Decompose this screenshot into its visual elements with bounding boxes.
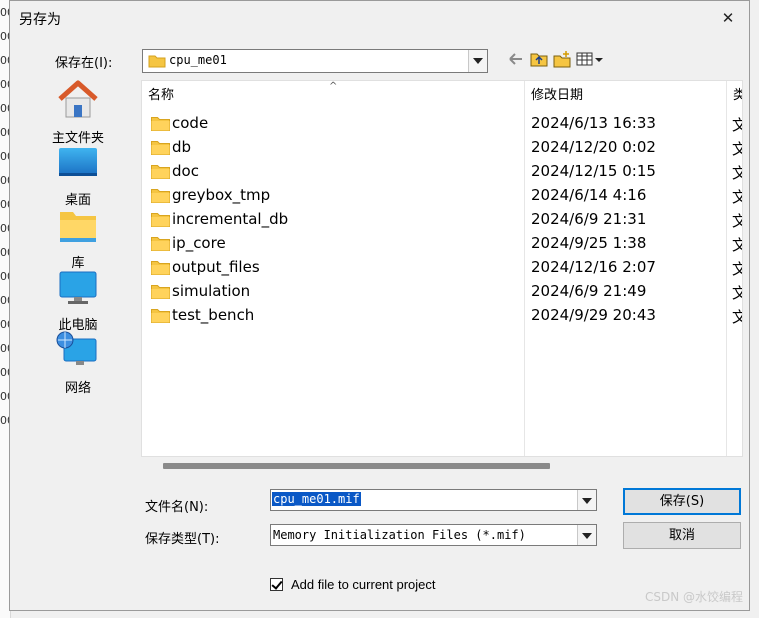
computer-icon xyxy=(59,271,97,304)
filename-input[interactable]: cpu_me01.mif xyxy=(270,489,597,511)
file-name: code xyxy=(172,114,209,132)
file-row-greybox_tmp[interactable]: greybox_tmp 2024/6/14 4:16 文 xyxy=(142,183,742,207)
column-header-type[interactable]: 类 xyxy=(727,81,742,109)
file-date: 2024/9/25 1:38 xyxy=(531,234,647,252)
add-to-project-label: Add file to current project xyxy=(291,577,436,592)
folder-icon xyxy=(151,141,170,155)
add-to-project-checkbox[interactable] xyxy=(270,578,283,591)
file-type: 文 xyxy=(732,114,742,135)
chevron-down-icon[interactable] xyxy=(577,490,596,510)
new-folder-icon[interactable] xyxy=(553,50,571,68)
file-row-db[interactable]: db 2024/12/20 0:02 文 xyxy=(142,135,742,159)
file-date: 2024/12/16 2:07 xyxy=(531,258,656,276)
back-arrow-icon[interactable] xyxy=(507,50,525,68)
file-name: test_bench xyxy=(172,306,255,324)
file-date: 2024/6/14 4:16 xyxy=(531,186,647,204)
place-desktop[interactable]: 桌面 xyxy=(43,145,113,208)
close-icon[interactable]: ✕ xyxy=(717,7,739,29)
file-name: simulation xyxy=(172,282,251,300)
cancel-button[interactable]: 取消 xyxy=(623,522,741,549)
save-as-dialog: 另存为 ✕ 保存在(I): cpu_me01 主文件夹 桌面 库 此电脑 网络 … xyxy=(9,0,750,611)
file-row-code[interactable]: code 2024/6/13 16:33 文 xyxy=(142,111,742,135)
home-icon xyxy=(58,80,98,118)
place-desktop-label: 桌面 xyxy=(64,193,91,208)
title-bar: 另存为 ✕ xyxy=(10,1,749,35)
file-type: 文 xyxy=(732,282,742,303)
folder-icon xyxy=(151,189,170,203)
file-name: greybox_tmp xyxy=(172,186,271,204)
file-date: 2024/9/29 20:43 xyxy=(531,306,656,324)
folder-icon xyxy=(151,309,170,323)
save-button[interactable]: 保存(S) xyxy=(623,488,741,515)
save-in-combo[interactable]: cpu_me01 xyxy=(142,49,488,73)
sort-ascending-icon: ^ xyxy=(329,81,338,92)
file-date: 2024/12/15 0:15 xyxy=(531,162,656,180)
filetype-label: 保存类型(T): xyxy=(145,532,220,547)
file-type: 文 xyxy=(732,138,742,159)
folder-icon xyxy=(151,117,170,131)
file-date: 2024/12/20 0:02 xyxy=(531,138,656,156)
network-icon xyxy=(56,331,97,365)
library-icon xyxy=(60,212,96,242)
file-name: db xyxy=(172,138,192,156)
folder-icon xyxy=(148,55,166,68)
file-row-simulation[interactable]: simulation 2024/6/9 21:49 文 xyxy=(142,279,742,303)
file-row-ip_core[interactable]: ip_core 2024/9/25 1:38 文 xyxy=(142,231,742,255)
filename-value: cpu_me01.mif xyxy=(272,492,361,506)
file-row-doc[interactable]: doc 2024/12/15 0:15 文 xyxy=(142,159,742,183)
file-list[interactable]: 名称 ^ 修改日期 类 code2024/6/13 16:33文db2024/1… xyxy=(141,80,743,457)
place-network[interactable]: 网络 xyxy=(43,331,113,396)
place-network-label: 网络 xyxy=(64,381,91,396)
file-row-output_files[interactable]: output_files 2024/12/16 2:07 文 xyxy=(142,255,742,279)
file-type: 文 xyxy=(732,210,742,231)
file-name: incremental_db xyxy=(172,210,289,228)
filename-label: 文件名(N): xyxy=(145,500,209,515)
save-in-value: cpu_me01 xyxy=(169,53,227,67)
chevron-down-icon[interactable] xyxy=(468,50,487,72)
place-computer[interactable]: 此电脑 xyxy=(43,270,113,333)
desktop-icon xyxy=(59,148,97,176)
file-date: 2024/6/13 16:33 xyxy=(531,114,656,132)
folder-icon xyxy=(151,261,170,275)
place-home[interactable]: 主文件夹 xyxy=(43,79,113,146)
up-folder-icon[interactable] xyxy=(530,50,548,68)
file-type: 文 xyxy=(732,162,742,183)
file-type: 文 xyxy=(732,258,742,279)
folder-icon xyxy=(151,213,170,227)
file-type: 文 xyxy=(732,186,742,207)
place-home-label: 主文件夹 xyxy=(51,131,104,146)
view-menu-icon[interactable] xyxy=(576,50,604,68)
folder-icon xyxy=(151,165,170,179)
watermark: CSDN @水饺编程 xyxy=(644,590,743,604)
filetype-select[interactable]: Memory Initialization Files (*.mif) xyxy=(270,524,597,546)
file-row-test_bench[interactable]: test_bench 2024/9/29 20:43 文 xyxy=(142,303,742,327)
folder-icon xyxy=(151,285,170,299)
file-name: doc xyxy=(172,162,199,180)
place-library-label: 库 xyxy=(71,256,85,271)
file-name: output_files xyxy=(172,258,260,276)
file-name: ip_core xyxy=(172,234,226,252)
file-type: 文 xyxy=(732,306,742,327)
file-type: 文 xyxy=(732,234,742,255)
file-date: 2024/6/9 21:31 xyxy=(531,210,647,228)
horizontal-scrollbar-thumb[interactable] xyxy=(163,463,550,469)
place-library[interactable]: 库 xyxy=(43,208,113,271)
folder-icon xyxy=(151,237,170,251)
chevron-down-icon[interactable] xyxy=(577,525,596,545)
filetype-value: Memory Initialization Files (*.mif) xyxy=(273,528,526,542)
file-date: 2024/6/9 21:49 xyxy=(531,282,647,300)
save-in-label: 保存在(I): xyxy=(55,56,113,71)
dialog-title: 另存为 xyxy=(19,12,61,28)
file-row-incremental_db[interactable]: incremental_db 2024/6/9 21:31 文 xyxy=(142,207,742,231)
column-header-date[interactable]: 修改日期 xyxy=(525,81,725,109)
